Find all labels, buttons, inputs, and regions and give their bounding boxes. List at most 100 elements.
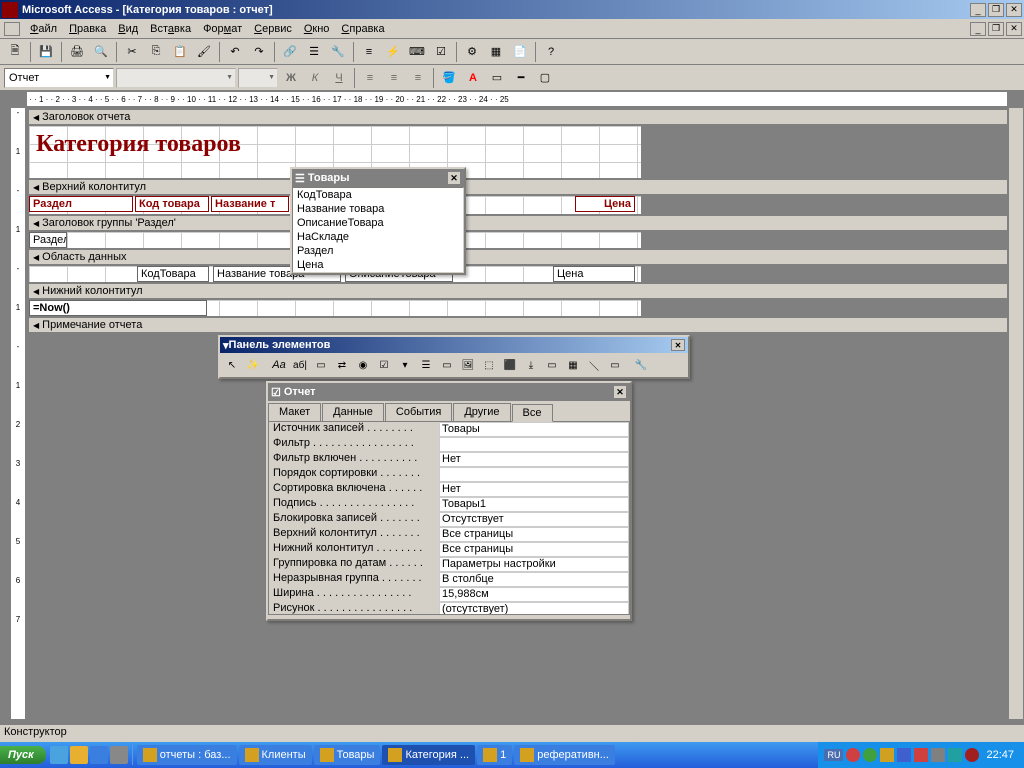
- fieldlist-item[interactable]: ОписаниеТовара: [293, 216, 463, 230]
- props-tab-other[interactable]: Другие: [453, 403, 510, 421]
- label-code[interactable]: Код товара: [135, 196, 209, 212]
- build-icon[interactable]: ⚙: [461, 41, 483, 63]
- menu-format[interactable]: Формат: [197, 21, 248, 37]
- format-painter-icon[interactable]: 🖌: [193, 41, 215, 63]
- property-value[interactable]: (отсутствует): [439, 602, 629, 615]
- menu-window[interactable]: Окно: [298, 21, 336, 37]
- taskbar-task[interactable]: отчеты : баз...: [137, 745, 237, 765]
- property-value[interactable]: 15,988см: [439, 587, 629, 602]
- property-value[interactable]: Нет: [439, 482, 629, 497]
- bound-tool-icon[interactable]: ⬛: [500, 355, 520, 375]
- menu-view[interactable]: Вид: [112, 21, 144, 37]
- start-button[interactable]: Пуск: [0, 746, 46, 764]
- props-tab-data[interactable]: Данные: [322, 403, 384, 421]
- button-tool-icon[interactable]: ▭: [437, 355, 457, 375]
- property-value[interactable]: [439, 437, 629, 452]
- paste-icon[interactable]: 📋: [169, 41, 191, 63]
- mdi-close-button[interactable]: ✕: [1006, 22, 1022, 36]
- help-icon[interactable]: ?: [540, 41, 562, 63]
- property-value[interactable]: Все страницы: [439, 542, 629, 557]
- tray-icon[interactable]: [880, 748, 894, 762]
- property-row[interactable]: Нижний колонтитул . . . . . . . .Все стр…: [269, 542, 629, 557]
- vertical-ruler[interactable]: -1-1-1-1234567: [10, 107, 26, 720]
- new-object-icon[interactable]: 📄: [509, 41, 531, 63]
- mdi-restore-button[interactable]: ❐: [988, 22, 1004, 36]
- section-detail-bar[interactable]: Область данных: [28, 249, 1008, 265]
- line-tool-icon[interactable]: ＼: [584, 355, 604, 375]
- section-report-header-bar[interactable]: Заголовок отчета: [28, 109, 1008, 125]
- close-button[interactable]: ✕: [1006, 3, 1022, 17]
- ql-desktop-icon[interactable]: [90, 746, 108, 764]
- menu-help[interactable]: Справка: [335, 21, 390, 37]
- object-selector[interactable]: Отчет: [4, 68, 114, 88]
- print-icon[interactable]: 🖨: [66, 41, 88, 63]
- option-tool-icon[interactable]: ◉: [353, 355, 373, 375]
- sort-group-icon[interactable]: ≡: [358, 41, 380, 63]
- taskbar-clock[interactable]: 22:47: [982, 749, 1018, 761]
- fieldlist-item[interactable]: Раздел: [293, 244, 463, 258]
- autoformat-icon[interactable]: ⚡: [382, 41, 404, 63]
- borderwidth-icon[interactable]: ━: [510, 67, 532, 89]
- rect-tool-icon[interactable]: ▭: [605, 355, 625, 375]
- preview-icon[interactable]: 🔍: [90, 41, 112, 63]
- fontcolor-icon[interactable]: A: [462, 67, 484, 89]
- property-value[interactable]: Товары: [439, 422, 629, 437]
- ql-media-icon[interactable]: [110, 746, 128, 764]
- optiongroup-tool-icon[interactable]: ▭: [311, 355, 331, 375]
- fieldlist-close-button[interactable]: ✕: [447, 171, 461, 185]
- fieldlist-item[interactable]: КодТовара: [293, 188, 463, 202]
- property-row[interactable]: Подпись . . . . . . . . . . . . . . . .Т…: [269, 497, 629, 512]
- property-value[interactable]: Отсутствует: [439, 512, 629, 527]
- field-price[interactable]: Цена: [553, 266, 635, 282]
- toolbox-window[interactable]: ▾ Панель элементов ✕ ↖ ✨ Аа аб| ▭ ⇄ ◉ ☑ …: [218, 335, 690, 379]
- property-row[interactable]: Порядок сортировки . . . . . . .: [269, 467, 629, 482]
- properties-titlebar[interactable]: ☑ Отчет ✕: [268, 383, 630, 401]
- property-row[interactable]: Сортировка включена . . . . . .Нет: [269, 482, 629, 497]
- property-value[interactable]: Параметры настройки: [439, 557, 629, 572]
- section-report-footer-bar[interactable]: Примечание отчета: [28, 317, 1008, 333]
- properties-close-button[interactable]: ✕: [613, 385, 627, 399]
- tray-icon[interactable]: [965, 748, 979, 762]
- property-row[interactable]: Ширина . . . . . . . . . . . . . . . .15…: [269, 587, 629, 602]
- toolbox-icon[interactable]: 🔧: [327, 41, 349, 63]
- label-name[interactable]: Название т: [211, 196, 289, 212]
- database-window-icon[interactable]: ▦: [485, 41, 507, 63]
- redo-icon[interactable]: ↷: [248, 41, 270, 63]
- checkbox-tool-icon[interactable]: ☑: [374, 355, 394, 375]
- tray-icon[interactable]: [846, 748, 860, 762]
- label-tool-icon[interactable]: Аа: [269, 355, 289, 375]
- fieldlist-window[interactable]: ☰ Товары ✕ КодТовара Название товара Опи…: [290, 167, 466, 275]
- mdi-minimize-button[interactable]: _: [970, 22, 986, 36]
- property-row[interactable]: Источник записей . . . . . . . .Товары: [269, 422, 629, 437]
- properties-icon[interactable]: ☑: [430, 41, 452, 63]
- section-page-footer[interactable]: =Now(): [28, 299, 642, 317]
- menu-service[interactable]: Сервис: [248, 21, 298, 37]
- property-row[interactable]: Группировка по датам . . . . . .Параметр…: [269, 557, 629, 572]
- field-group-section[interactable]: Раздел: [29, 232, 67, 248]
- toolbox-titlebar[interactable]: ▾ Панель элементов ✕: [220, 337, 688, 353]
- horizontal-ruler[interactable]: · · 1 · · 2 · · 3 · · 4 · · 5 · · 6 · · …: [26, 91, 1008, 107]
- save-icon[interactable]: 💾: [35, 41, 57, 63]
- toggle-tool-icon[interactable]: ⇄: [332, 355, 352, 375]
- tab-tool-icon[interactable]: ▭: [542, 355, 562, 375]
- unbound-tool-icon[interactable]: ⬚: [479, 355, 499, 375]
- tray-icon[interactable]: [931, 748, 945, 762]
- mdi-control-icon[interactable]: [4, 22, 20, 36]
- field-code[interactable]: КодТовара: [137, 266, 209, 282]
- label-section[interactable]: Раздел: [29, 196, 133, 212]
- tray-icon[interactable]: [948, 748, 962, 762]
- fieldlist-icon[interactable]: ☰: [303, 41, 325, 63]
- copy-icon[interactable]: ⎘: [145, 41, 167, 63]
- menu-edit[interactable]: Правка: [63, 21, 112, 37]
- props-tab-events[interactable]: События: [385, 403, 452, 421]
- bordercolor-icon[interactable]: ▭: [486, 67, 508, 89]
- taskbar-task[interactable]: Категория ...: [382, 745, 475, 765]
- report-title-label[interactable]: Категория товаров: [31, 128, 246, 161]
- property-value[interactable]: [439, 467, 629, 482]
- tray-icon[interactable]: [914, 748, 928, 762]
- property-row[interactable]: Фильтр включен . . . . . . . . . .Нет: [269, 452, 629, 467]
- fillcolor-icon[interactable]: 🪣: [438, 67, 460, 89]
- section-group-header-bar[interactable]: Заголовок группы 'Раздел': [28, 215, 1008, 231]
- undo-icon[interactable]: ↶: [224, 41, 246, 63]
- special-effect-icon[interactable]: ▢: [534, 67, 556, 89]
